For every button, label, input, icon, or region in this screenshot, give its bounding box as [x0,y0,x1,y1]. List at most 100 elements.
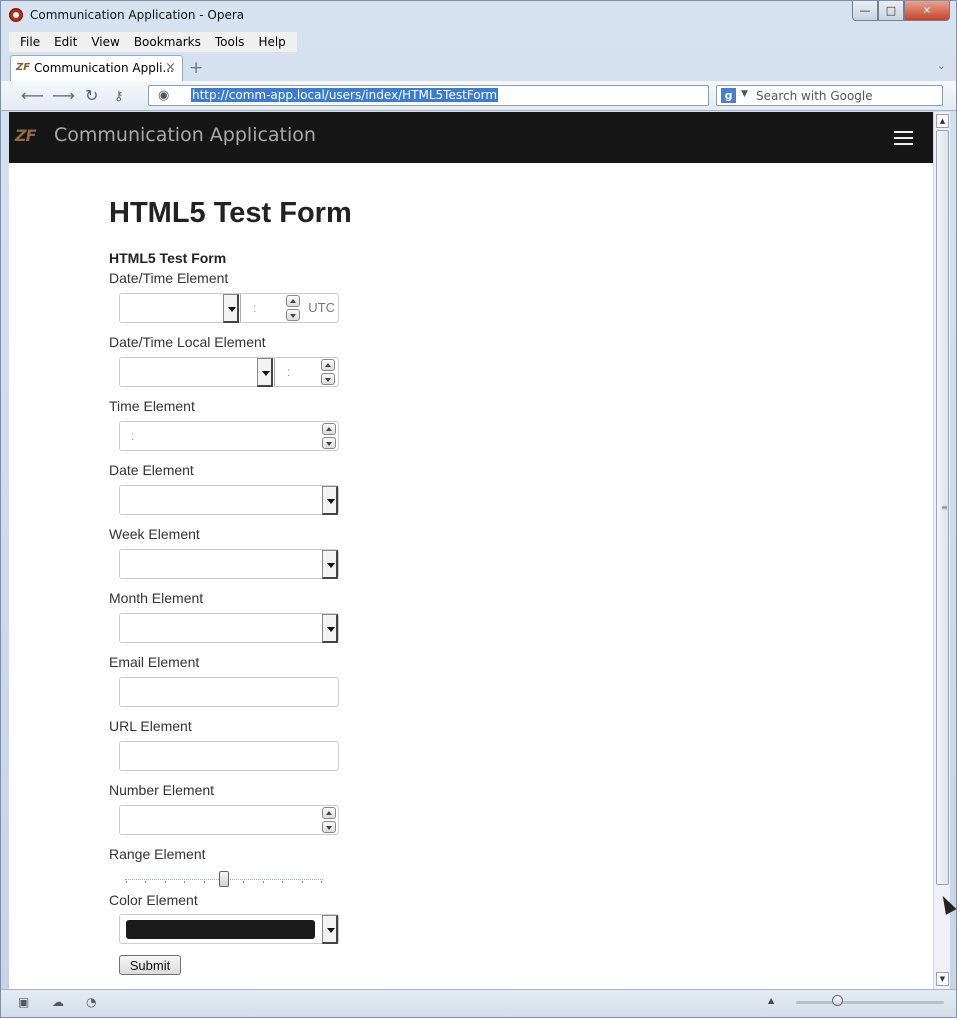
google-engine-icon[interactable]: g [721,88,736,103]
range-tick [243,881,244,883]
datetime-time-separator[interactable]: : [253,301,256,315]
week-label: Week Element [109,526,200,542]
color-swatch[interactable] [126,920,315,939]
datetime-local-label: Date/Time Local Element [109,334,266,350]
menu-edit[interactable]: Edit [47,32,84,52]
minimize-icon: — [859,4,871,17]
menu-tools[interactable]: Tools [208,32,252,52]
back-arrow-icon[interactable]: ⟵ [21,86,44,105]
date-dropdown-button[interactable] [322,486,338,515]
browser-window: Communication Application - Opera — □ ✕ … [0,0,957,1018]
datetime-spin-up-button[interactable] [286,295,300,307]
wand-key-icon[interactable]: ⚷ [114,89,124,104]
url-input[interactable] [119,741,339,771]
opera-unite-cloud-icon[interactable]: ☁ [52,995,64,1009]
site-navbar: ZF Communication Application [9,112,933,163]
number-label: Number Element [109,782,215,798]
number-spin-up-button[interactable] [322,807,336,819]
search-field[interactable]: g ▼ Search with Google [716,85,943,106]
month-label: Month Element [109,590,204,606]
range-thumb[interactable] [219,871,229,887]
search-placeholder: Search with Google [756,89,873,103]
menu-view[interactable]: View [84,32,126,52]
range-slider[interactable] [125,871,323,887]
status-bar: ▣ ☁ ◔ ▲ [1,989,956,1017]
new-tab-icon[interactable]: + [189,58,203,78]
datetime-local-dropdown-button[interactable] [257,358,273,387]
datetime-label: Date/Time Element [109,270,229,286]
range-label: Range Element [109,846,206,862]
zoom-arrow-icon[interactable]: ▲ [768,996,774,1005]
range-tick [184,881,185,883]
forward-arrow-icon[interactable]: ⟶ [52,86,75,105]
address-field[interactable]: ◉ http://comm-app.local/users/index/HTML… [148,85,709,106]
tab-label: Communication Appli... [34,61,174,75]
zoom-slider[interactable] [796,1001,944,1004]
scroll-up-arrow-icon[interactable]: ▲ [936,114,949,128]
month-input[interactable] [119,613,339,643]
minimize-button[interactable]: — [852,1,878,21]
email-input[interactable] [119,677,339,707]
datetime-local-date-input[interactable] [120,358,275,386]
tab-bar: ZF Communication Appli... × + ⌄ [1,53,956,81]
globe-icon: ◉ [158,88,170,103]
color-dropdown-button[interactable] [322,915,338,944]
maximize-button[interactable]: □ [878,1,904,21]
range-tick [302,881,303,883]
range-tick [165,881,166,883]
month-dropdown-button[interactable] [322,614,338,643]
zf-logo-icon[interactable]: ZF [15,126,37,145]
range-tick [126,881,127,883]
url-text[interactable]: http://comm-app.local/users/index/HTML5T… [191,88,499,102]
time-separator: : [131,429,135,443]
form-legend: HTML5 Test Form [109,250,227,266]
range-tick [145,881,146,883]
scroll-down-arrow-icon[interactable]: ▼ [936,972,949,986]
tab-close-icon[interactable]: × [165,60,176,75]
datetime-local-spin-up-button[interactable] [321,359,335,371]
tab-communication-application[interactable]: ZF Communication Appli... × [10,55,183,81]
datetime-timezone: UTC [308,300,335,315]
window-controls: — □ ✕ [852,1,950,21]
datetime-local-time-separator[interactable]: : [287,365,290,379]
datetime-local-field: : [119,357,339,387]
url-label: URL Element [109,718,192,734]
menu-file[interactable]: File [13,32,47,52]
number-input[interactable] [119,805,339,835]
engine-dropdown-caret-icon[interactable]: ▼ [741,89,748,99]
reload-icon[interactable]: ↻ [85,86,98,105]
datetime-local-spin-down-button[interactable] [321,373,335,385]
time-spin-down-button[interactable] [322,437,336,449]
time-spin-up-button[interactable] [322,423,336,435]
panel-toggle-icon[interactable]: ▣ [18,995,29,1009]
menu-bookmarks[interactable]: Bookmarks [127,32,208,52]
address-toolbar: ⟵ ⟶ ↻ ⚷ ◉ http://comm-app.local/users/in… [1,81,956,111]
close-button[interactable]: ✕ [904,1,950,21]
tab-list-chevron-icon[interactable]: ⌄ [937,59,946,72]
opera-logo-icon [9,8,23,22]
time-input[interactable]: : [119,421,339,451]
range-tick [204,881,205,883]
page-viewport: ZF Communication Application HTML5 Test … [9,112,933,989]
scroll-thumb[interactable]: ≡ [936,130,949,885]
scroll-grip-icon: ≡ [941,503,948,512]
close-icon: ✕ [922,4,932,17]
week-input[interactable] [119,549,339,579]
turbo-gauge-icon[interactable]: ◔ [86,995,96,1009]
datetime-spin-down-button[interactable] [286,309,300,321]
hamburger-menu-icon[interactable] [894,131,913,149]
number-spin-down-button[interactable] [322,821,336,833]
menu-help[interactable]: Help [251,32,292,52]
window-title: Communication Application - Opera [30,8,245,22]
range-tick [282,881,283,883]
menu-bar: File Edit View Bookmarks Tools Help [9,32,297,52]
page-title: HTML5 Test Form [109,197,352,229]
zoom-thumb[interactable] [832,995,843,1006]
week-dropdown-button[interactable] [322,550,338,579]
datetime-dropdown-button[interactable] [223,294,239,323]
vertical-scrollbar[interactable]: ▲ ≡ ▼ [933,112,950,989]
site-brand[interactable]: Communication Application [54,124,316,146]
submit-button[interactable]: Submit [119,955,181,975]
color-input[interactable] [119,914,339,944]
date-input[interactable] [119,485,339,515]
